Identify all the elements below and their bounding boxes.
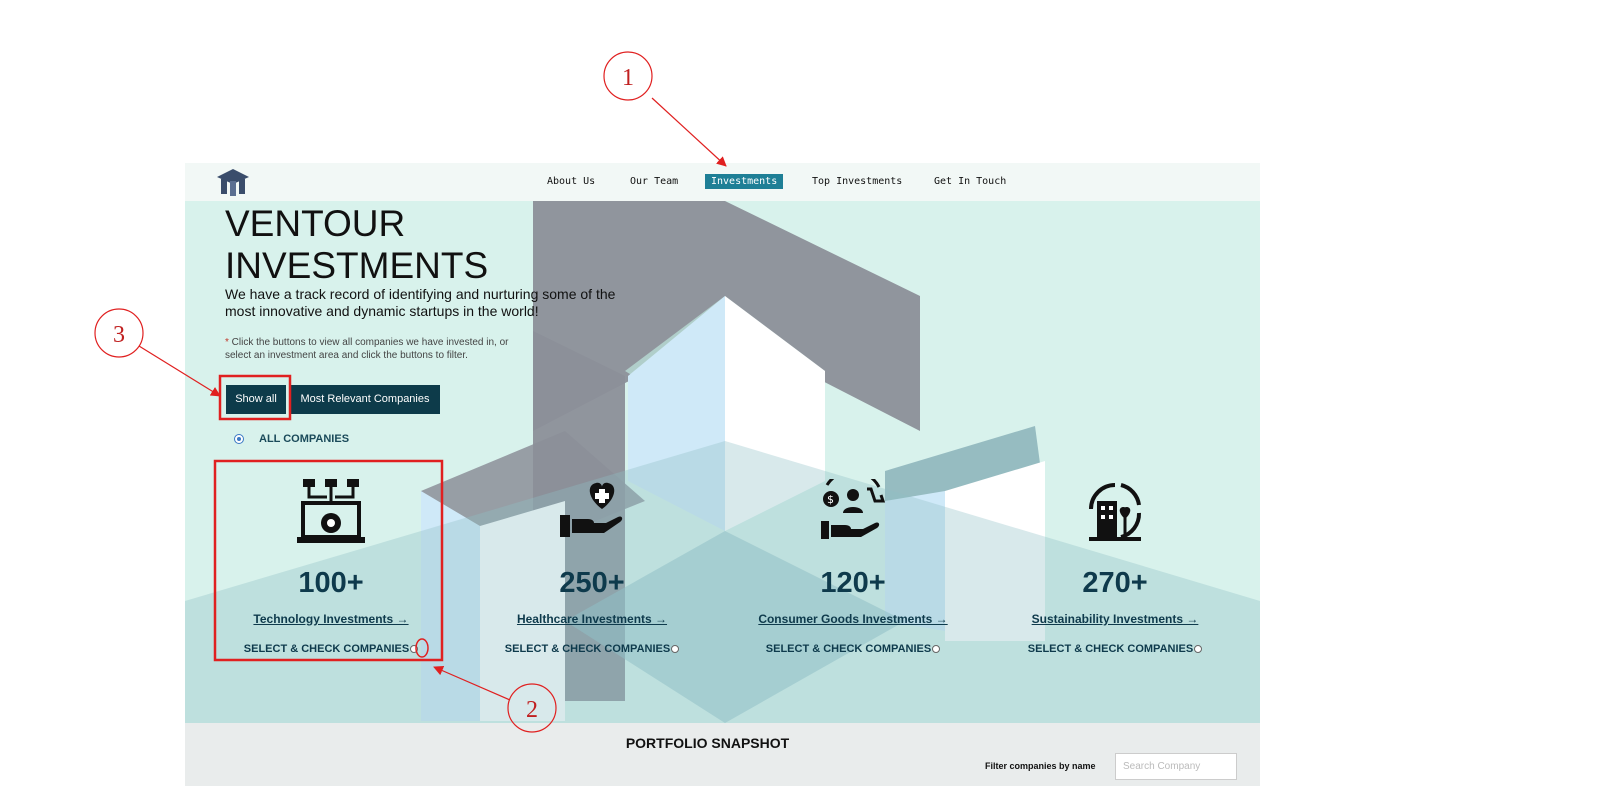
healthcare-card: 250+ Healthcare Investments → SELECT & C… — [474, 473, 710, 673]
nav-get-in-touch[interactable]: Get In Touch — [928, 174, 1012, 189]
filter-instructions-text: Click the buttons to view all companies … — [225, 337, 509, 361]
healthcare-select: SELECT & CHECK COMPANIES — [474, 643, 710, 655]
consumer-goods-link[interactable]: Consumer Goods Investments → — [735, 612, 971, 626]
portfolio-snapshot-section: PORTFOLIO SNAPSHOT Filter companies by n… — [185, 723, 1260, 786]
page-title-line1: VENTOUR — [225, 203, 406, 244]
technology-select: SELECT & CHECK COMPANIES — [213, 643, 449, 655]
consumer-goods-select: SELECT & CHECK COMPANIES — [735, 643, 971, 655]
technology-radio[interactable] — [410, 645, 419, 654]
sustainability-icon — [1089, 483, 1142, 541]
consumer-goods-card: $ 120+ Consumer Goods Investments → SELE… — [735, 473, 971, 673]
consumer-goods-select-label: SELECT & CHECK COMPANIES — [765, 643, 932, 655]
consumer-goods-count: 120+ — [820, 567, 886, 599]
nav-about-us[interactable]: About Us — [541, 174, 601, 189]
company-search-input[interactable] — [1115, 753, 1237, 780]
all-companies-radio[interactable] — [234, 434, 244, 444]
annotation-number-1: 1 — [622, 65, 634, 91]
website-frame: About Us Our Team Investments Top Invest… — [185, 163, 1260, 786]
show-all-button[interactable]: Show all — [226, 385, 286, 414]
technology-count: 100+ — [298, 567, 364, 599]
portfolio-snapshot-title: PORTFOLIO SNAPSHOT — [625, 735, 790, 751]
top-navbar: About Us Our Team Investments Top Invest… — [185, 163, 1260, 201]
hero-subtitle: We have a track record of identifying an… — [225, 286, 616, 319]
healthcare-select-label: SELECT & CHECK COMPANIES — [504, 643, 671, 655]
technology-select-label: SELECT & CHECK COMPANIES — [243, 643, 410, 655]
most-relevant-button[interactable]: Most Relevant Companies — [290, 385, 440, 414]
technology-icon — [297, 479, 365, 543]
healthcare-count: 250+ — [559, 567, 625, 599]
technology-link[interactable]: Technology Investments → — [213, 612, 449, 626]
filter-by-name-label: Filter companies by name — [985, 761, 1096, 771]
healthcare-radio[interactable] — [671, 645, 680, 654]
sustainability-count: 270+ — [1082, 567, 1148, 599]
ventour-logo[interactable] — [213, 166, 253, 200]
consumer-goods-icon: $ — [821, 479, 886, 539]
filter-instructions: * Click the buttons to view all companie… — [225, 336, 515, 362]
nav-our-team[interactable]: Our Team — [624, 174, 684, 189]
sustainability-link[interactable]: Sustainability Investments → — [997, 612, 1233, 626]
page-title: VENTOUR INVESTMENTS — [225, 203, 488, 287]
svg-text:$: $ — [827, 493, 834, 506]
consumer-goods-radio[interactable] — [932, 645, 941, 654]
technology-card: 100+ Technology Investments → SELECT & C… — [213, 473, 449, 673]
healthcare-link[interactable]: Healthcare Investments → — [474, 612, 710, 626]
sustainability-select: SELECT & CHECK COMPANIES — [997, 643, 1233, 655]
page-title-line2: INVESTMENTS — [225, 245, 489, 286]
nav-top-investments[interactable]: Top Investments — [806, 174, 908, 189]
annotation-marker-1: 1 — [603, 51, 727, 167]
sustainability-select-label: SELECT & CHECK COMPANIES — [1027, 643, 1194, 655]
annotation-number-3: 3 — [113, 322, 125, 348]
sustainability-card: 270+ Sustainability Investments → SELECT… — [997, 473, 1233, 673]
nav-investments[interactable]: Investments — [705, 174, 784, 189]
all-companies-label: ALL COMPANIES — [259, 433, 350, 445]
healthcare-icon — [560, 482, 623, 537]
sustainability-radio[interactable] — [1194, 645, 1203, 654]
